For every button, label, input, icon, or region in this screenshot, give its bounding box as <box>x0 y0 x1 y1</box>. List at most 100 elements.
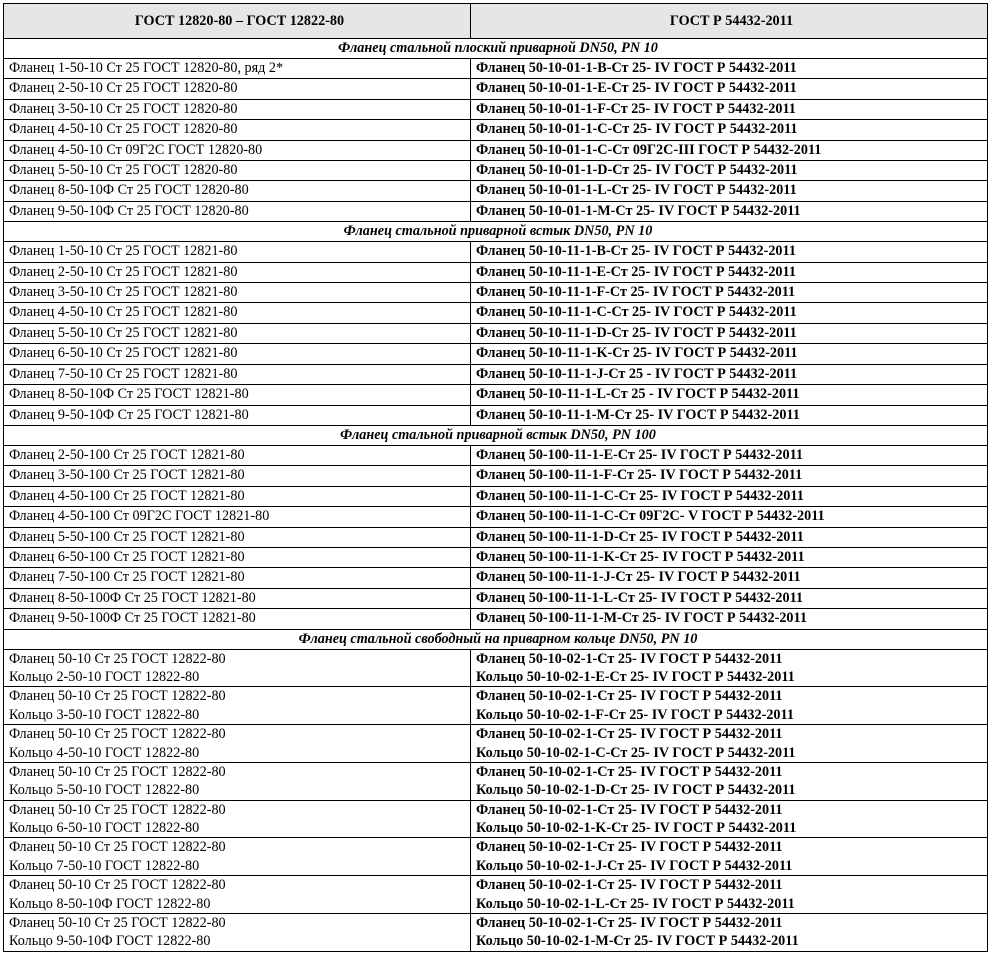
flange-designation: Фланец 50-10 Ст 25 ГОСТ 12822-80 <box>9 877 226 894</box>
new-designation-cell: Фланец 50-10-01-1-F-Ст 25- IV ГОСТ Р 544… <box>470 98 988 121</box>
table-row: Фланец 3-50-10 Ст 25 ГОСТ 12820-80 Фланец… <box>3 98 988 121</box>
old-designation-cell: Фланец 2-50-10 Ст 25 ГОСТ 12821-80 <box>3 261 471 284</box>
old-designation-cell: Фланец 50-10 Ст 25 ГОСТ 12822-80 Кольцо 3… <box>3 686 471 726</box>
new-designation-cell: Фланец 50-10-02-1-Ст 25- IV ГОСТ Р 54432… <box>470 761 988 801</box>
table-row: Фланец 5-50-10 Ст 25 ГОСТ 12820-80 Фланец… <box>3 160 988 182</box>
section-title: Фланец стальной свободный на приварном к… <box>3 628 988 650</box>
old-designation-cell: Фланец 2-50-10 Ст 25 ГОСТ 12820-80 <box>3 78 471 100</box>
table-row: Фланец 50-10 Ст 25 ГОСТ 12822-80 Кольцо 7… <box>3 837 988 877</box>
old-designation-cell: Фланец 50-10 Ст 25 ГОСТ 12822-80 Кольцо 6… <box>3 799 471 839</box>
flange-designation: Фланец 50-10 Ст 25 ГОСТ 12822-80 <box>9 915 226 932</box>
header-new-standard: ГОСТ Р 54432-2011 <box>470 3 988 39</box>
new-designation-cell: Фланец 50-10-11-1-F-Ст 25- IV ГОСТ Р 544… <box>470 282 988 304</box>
table-row: Фланец 6-50-100 Ст 25 ГОСТ 12821-80 Флане… <box>3 546 988 569</box>
ring-designation: Кольцо 3-50-10 ГОСТ 12822-80 <box>9 706 200 723</box>
header-old-standard: ГОСТ 12820-80 – ГОСТ 12822-80 <box>3 3 471 39</box>
table-row: Фланец 7-50-100 Ст 25 ГОСТ 12821-80 Флане… <box>3 567 988 589</box>
section-header-row: Фланец стальной плоский приварной DN50, … <box>3 38 988 59</box>
new-designation-cell: Фланец 50-10-11-1-M-Ст 25- IV ГОСТ Р 544… <box>470 404 988 426</box>
gost-correspondence-table: ГОСТ 12820-80 – ГОСТ 12822-80 ГОСТ Р 544… <box>3 3 988 952</box>
flange-designation: Фланец 50-10 Ст 25 ГОСТ 12822-80 <box>9 650 226 667</box>
table-row: Фланец 50-10 Ст 25 ГОСТ 12822-80 Кольцо 5… <box>3 761 988 801</box>
old-designation-cell: Фланец 4-50-10 Ст 25 ГОСТ 12821-80 <box>3 302 471 324</box>
old-designation-cell: Фланец 9-50-100Ф Ст 25 ГОСТ 12821-80 <box>3 608 471 630</box>
table-row: Фланец 50-10 Ст 25 ГОСТ 12822-80 Кольцо 8… <box>3 875 988 915</box>
ring-designation: Кольцо 50-10-02-1-L-Ст 25- IV ГОСТ Р 544… <box>476 895 795 912</box>
old-designation-cell: Фланец 3-50-10 Ст 25 ГОСТ 12821-80 <box>3 282 471 304</box>
ring-designation: Кольцо 50-10-02-1-K-Ст 25- IV ГОСТ Р 544… <box>476 820 797 837</box>
flange-designation: Фланец 50-10-02-1-Ст 25- IV ГОСТ Р 54432… <box>476 688 783 705</box>
new-designation-cell: Фланец 50-100-11-1-L-Ст 25- IV ГОСТ Р 54… <box>470 587 988 610</box>
table-row: Фланец 50-10 Ст 25 ГОСТ 12822-80 Кольцо 9… <box>3 913 988 952</box>
old-designation-cell: Фланец 4-50-10 Ст 09Г2С ГОСТ 12820-80 <box>3 139 471 162</box>
section-title: Фланец стальной плоский приварной DN50, … <box>3 38 988 59</box>
flange-designation: Фланец 50-10 Ст 25 ГОСТ 12822-80 <box>9 763 226 780</box>
new-designation-cell: Фланец 50-10-11-1-C-Ст 25- IV ГОСТ Р 544… <box>470 302 988 324</box>
flange-designation: Фланец 50-10-02-1-Ст 25- IV ГОСТ Р 54432… <box>476 801 783 818</box>
table-row: Фланец 8-50-10Ф Ст 25 ГОСТ 12820-80 Флане… <box>3 180 988 202</box>
new-designation-cell: Фланец 50-10-02-1-Ст 25- IV ГОСТ Р 54432… <box>470 724 988 763</box>
flange-designation: Фланец 50-10-02-1-Ст 25- IV ГОСТ Р 54432… <box>476 915 783 932</box>
new-designation-cell: Фланец 50-10-11-1-K-Ст 25- IV ГОСТ Р 544… <box>470 343 988 365</box>
old-designation-cell: Фланец 50-10 Ст 25 ГОСТ 12822-80 Кольцо 4… <box>3 724 471 763</box>
table-row: Фланец 50-10 Ст 25 ГОСТ 12822-80 Кольцо 2… <box>3 648 988 688</box>
table-row: Фланец 9-50-10Ф Ст 25 ГОСТ 12821-80 Флане… <box>3 404 988 426</box>
old-designation-cell: Фланец 4-50-10 Ст 25 ГОСТ 12820-80 <box>3 119 471 141</box>
new-designation-cell: Фланец 50-10-11-1-D-Ст 25- IV ГОСТ Р 544… <box>470 322 988 345</box>
new-designation-cell: Фланец 50-10-02-1-Ст 25- IV ГОСТ Р 54432… <box>470 686 988 726</box>
section-header-row: Фланец стальной приварной встык DN50, PN… <box>3 221 988 243</box>
old-designation-cell: Фланец 4-50-100 Ст 09Г2С ГОСТ 12821-80 <box>3 506 471 528</box>
flange-designation: Фланец 50-10 Ст 25 ГОСТ 12822-80 <box>9 839 226 856</box>
new-designation-cell: Фланец 50-10-02-1-Ст 25- IV ГОСТ Р 54432… <box>470 799 988 839</box>
table-row: Фланец 2-50-10 Ст 25 ГОСТ 12821-80 Фланец… <box>3 261 988 284</box>
new-designation-cell: Фланец 50-10-02-1-Ст 25- IV ГОСТ Р 54432… <box>470 875 988 915</box>
section-title: Фланец стальной приварной встык DN50, PN… <box>3 221 988 243</box>
old-designation-cell: Фланец 5-50-100 Ст 25 ГОСТ 12821-80 <box>3 526 471 548</box>
new-designation-cell: Фланец 50-10-02-1-Ст 25- IV ГОСТ Р 54432… <box>470 913 988 952</box>
new-designation-cell: Фланец 50-10-11-1-J-Ст 25 - IV ГОСТ Р 54… <box>470 363 988 386</box>
old-designation-cell: Фланец 5-50-10 Ст 25 ГОСТ 12820-80 <box>3 160 471 182</box>
new-designation-cell: Фланец 50-10-01-1-L-Ст 25- IV ГОСТ Р 544… <box>470 180 988 202</box>
table-row: Фланец 4-50-100 Ст 09Г2С ГОСТ 12821-80 Фл… <box>3 506 988 528</box>
table-body: Фланец стальной плоский приварной DN50, … <box>3 38 988 952</box>
ring-designation: Кольцо 9-50-10Ф ГОСТ 12822-80 <box>9 933 211 950</box>
new-designation-cell: Фланец 50-10-01-1-C-Ст 25- IV ГОСТ Р 544… <box>470 119 988 141</box>
new-designation-cell: Фланец 50-100-11-1-F-Ст 25- IV ГОСТ Р 54… <box>470 465 988 487</box>
old-designation-cell: Фланец 8-50-100Ф Ст 25 ГОСТ 12821-80 <box>3 587 471 610</box>
ring-designation: Кольцо 4-50-10 ГОСТ 12822-80 <box>9 744 200 761</box>
table-header-row: ГОСТ 12820-80 – ГОСТ 12822-80 ГОСТ Р 544… <box>3 3 988 39</box>
old-designation-cell: Фланец 50-10 Ст 25 ГОСТ 12822-80 Кольцо 2… <box>3 648 471 688</box>
table-row: Фланец 4-50-10 Ст 25 ГОСТ 12820-80 Фланец… <box>3 119 988 141</box>
ring-designation: Кольцо 50-10-02-1-E-Ст 25- IV ГОСТ Р 544… <box>476 668 795 685</box>
new-designation-cell: Фланец 50-10-11-1-E-Ст 25- IV ГОСТ Р 544… <box>470 261 988 284</box>
old-designation-cell: Фланец 9-50-10Ф Ст 25 ГОСТ 12821-80 <box>3 404 471 426</box>
old-designation-cell: Фланец 8-50-10Ф Ст 25 ГОСТ 12821-80 <box>3 384 471 406</box>
new-designation-cell: Фланец 50-10-01-1-M-Ст 25- IV ГОСТ Р 544… <box>470 200 988 223</box>
flange-designation: Фланец 50-10-02-1-Ст 25- IV ГОСТ Р 54432… <box>476 726 783 743</box>
ring-designation: Кольцо 2-50-10 ГОСТ 12822-80 <box>9 668 200 685</box>
new-designation-cell: Фланец 50-100-11-1-E-Ст 25- IV ГОСТ Р 54… <box>470 444 988 467</box>
table-row: Фланец 50-10 Ст 25 ГОСТ 12822-80 Кольцо 3… <box>3 686 988 726</box>
table-row: Фланец 1-50-10 Ст 25 ГОСТ 12821-80 Фланец… <box>3 241 988 263</box>
new-designation-cell: Фланец 50-100-11-1-C-Ст 25- IV ГОСТ Р 54… <box>470 485 988 508</box>
table-row: Фланец 7-50-10 Ст 25 ГОСТ 12821-80 Фланец… <box>3 363 988 386</box>
old-designation-cell: Фланец 4-50-100 Ст 25 ГОСТ 12821-80 <box>3 485 471 508</box>
ring-designation: Кольцо 50-10-02-1-J-Ст 25- IV ГОСТ Р 544… <box>476 857 793 874</box>
document-page: ГОСТ 12820-80 – ГОСТ 12822-80 ГОСТ Р 544… <box>3 3 988 952</box>
section-title: Фланец стальной приварной встык DN50, PN… <box>3 424 988 446</box>
ring-designation: Кольцо 50-10-02-1-D-Ст 25- IV ГОСТ Р 544… <box>476 782 796 799</box>
new-designation-cell: Фланец 50-100-11-1-K-Ст 25- IV ГОСТ Р 54… <box>470 546 988 569</box>
old-designation-cell: Фланец 1-50-10 Ст 25 ГОСТ 12820-80, ряд … <box>3 57 471 80</box>
table-row: Фланец 50-10 Ст 25 ГОСТ 12822-80 Кольцо 6… <box>3 799 988 839</box>
ring-designation: Кольцо 5-50-10 ГОСТ 12822-80 <box>9 782 200 799</box>
table-row: Фланец 50-10 Ст 25 ГОСТ 12822-80 Кольцо 4… <box>3 724 988 763</box>
old-designation-cell: Фланец 2-50-100 Ст 25 ГОСТ 12821-80 <box>3 444 471 467</box>
old-designation-cell: Фланец 6-50-100 Ст 25 ГОСТ 12821-80 <box>3 546 471 569</box>
ring-designation: Кольцо 6-50-10 ГОСТ 12822-80 <box>9 820 200 837</box>
new-designation-cell: Фланец 50-100-11-1-C-Ст 09Г2С- V ГОСТ Р … <box>470 506 988 528</box>
flange-designation: Фланец 50-10 Ст 25 ГОСТ 12822-80 <box>9 801 226 818</box>
flange-designation: Фланец 50-10-02-1-Ст 25- IV ГОСТ Р 54432… <box>476 839 783 856</box>
new-designation-cell: Фланец 50-10-11-1-L-Ст 25 - IV ГОСТ Р 54… <box>470 384 988 406</box>
old-designation-cell: Фланец 8-50-10Ф Ст 25 ГОСТ 12820-80 <box>3 180 471 202</box>
new-designation-cell: Фланец 50-100-11-1-D-Ст 25- IV ГОСТ Р 54… <box>470 526 988 548</box>
